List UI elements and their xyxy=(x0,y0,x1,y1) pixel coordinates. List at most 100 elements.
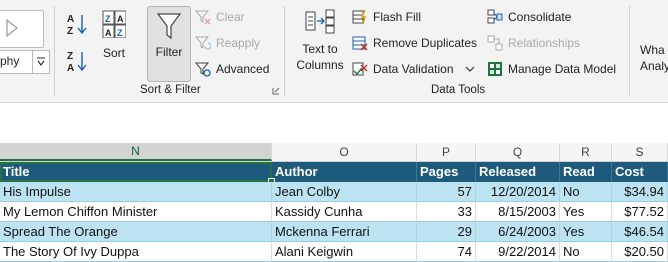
styles-gallery[interactable] xyxy=(0,10,44,48)
style-preview-icon xyxy=(6,18,18,38)
table-cell[interactable]: No xyxy=(560,242,612,262)
sort-filter-dialog-launcher-icon[interactable] xyxy=(272,87,280,95)
advanced-label: Advanced xyxy=(216,62,270,76)
svg-text:Z: Z xyxy=(67,26,73,36)
table-row: His Impulse Jean Colby 57 12/20/2014 No … xyxy=(0,182,668,202)
svg-text:Z: Z xyxy=(67,51,73,62)
table-cell[interactable]: $46.54 xyxy=(612,222,668,242)
table-cell[interactable]: 9/22/2014 xyxy=(476,242,560,262)
table-row: My Lemon Chiffon Minister Kassidy Cunha … xyxy=(0,202,668,222)
table-cell[interactable]: $77.52 xyxy=(612,202,668,222)
table-header-cell[interactable]: Read xyxy=(560,162,612,182)
table-header-cell[interactable]: Pages xyxy=(417,162,476,182)
table-cell[interactable]: 12/20/2014 xyxy=(476,182,560,202)
table-cell[interactable]: 29 xyxy=(417,222,476,242)
data-tools-group-label: Data Tools xyxy=(431,84,486,96)
svg-text:A: A xyxy=(67,63,74,73)
manage-data-model-button[interactable]: Manage Data Model xyxy=(487,61,616,77)
relationships-button[interactable]: Relationships xyxy=(487,35,580,51)
style-selector-label: phy xyxy=(0,54,20,68)
table-cell[interactable]: His Impulse xyxy=(0,182,272,202)
table-cell[interactable]: $20.50 xyxy=(612,242,668,262)
consolidate-button[interactable]: Consolidate xyxy=(487,9,571,25)
relationships-label: Relationships xyxy=(508,36,581,50)
group-separator xyxy=(54,6,55,96)
table-cell[interactable]: Kassidy Cunha xyxy=(272,202,417,222)
column-header-p[interactable]: P xyxy=(417,143,476,161)
table-cell[interactable]: The Story Of Ivy Duppa xyxy=(0,242,272,262)
table-cell[interactable]: Yes xyxy=(560,222,612,242)
table-header-cell[interactable]: Released xyxy=(476,162,560,182)
sort-descending-icon: Z A xyxy=(67,51,87,74)
group-separator xyxy=(629,6,630,96)
column-header-n[interactable]: N xyxy=(0,143,272,161)
table-cell[interactable]: No xyxy=(560,182,612,202)
data-validation-button[interactable]: Data Validation xyxy=(352,61,475,77)
table-header-row: Title Author Pages Released Read Cost xyxy=(0,162,668,182)
remove-duplicates-icon xyxy=(352,36,368,51)
funnel-icon xyxy=(156,13,182,40)
table-cell[interactable]: 33 xyxy=(417,202,476,222)
column-header-r[interactable]: R xyxy=(560,143,612,161)
clear-label: Clear xyxy=(216,10,245,24)
clear-button[interactable]: Clear xyxy=(195,9,245,25)
table-cell[interactable]: 74 xyxy=(417,242,476,262)
flash-fill-button[interactable]: Flash Fill xyxy=(352,9,421,25)
sort-quick-buttons: A Z Z A xyxy=(66,12,92,76)
table-cell[interactable]: Yes xyxy=(560,202,612,222)
consolidate-label: Consolidate xyxy=(508,10,572,24)
what-if-label-line2: Analy xyxy=(640,59,668,73)
advanced-filter-button[interactable]: Advanced xyxy=(195,61,269,77)
text-to-columns-icon xyxy=(305,9,335,34)
data-model-icon xyxy=(488,62,502,76)
text-to-columns-label: Text to Columns xyxy=(294,41,346,73)
svg-text:Z: Z xyxy=(117,28,123,38)
sort-filter-group-label: Sort & Filter xyxy=(140,84,201,96)
column-header-s[interactable]: S xyxy=(612,143,668,161)
table-header-cell[interactable]: Title xyxy=(0,162,272,182)
table-cell[interactable]: 8/15/2003 xyxy=(476,202,560,222)
column-header-q[interactable]: Q xyxy=(476,143,560,161)
style-dropdown-button[interactable] xyxy=(32,50,50,74)
svg-text:A: A xyxy=(117,14,124,24)
remove-duplicates-label: Remove Duplicates xyxy=(373,36,478,50)
sort-button[interactable]: Z A A Z Sort xyxy=(97,10,131,60)
table-cell[interactable]: Mckenna Ferrari xyxy=(272,222,417,242)
sort-label: Sort xyxy=(102,46,125,60)
table-cell[interactable]: 6/24/2003 xyxy=(476,222,560,242)
consolidate-icon xyxy=(487,9,503,24)
what-if-label-line1: Wha xyxy=(640,43,665,57)
text-to-columns-label-line2: Columns xyxy=(296,58,344,72)
sort-dialog-icon: Z A A Z xyxy=(102,10,127,39)
reapply-label: Reapply xyxy=(216,36,261,50)
reapply-icon xyxy=(195,36,211,50)
filter-button[interactable]: Filter xyxy=(147,6,191,82)
sort-z-to-a-button[interactable]: Z A xyxy=(66,49,92,76)
what-if-analysis-button[interactable]: Wha Analy xyxy=(640,42,668,74)
chevron-down-icon[interactable] xyxy=(465,65,475,73)
manage-data-model-label: Manage Data Model xyxy=(508,62,617,76)
remove-duplicates-button[interactable]: Remove Duplicates xyxy=(352,35,477,51)
reapply-button[interactable]: Reapply xyxy=(195,35,260,51)
data-validation-icon xyxy=(352,62,368,76)
table-row: The Story Of Ivy Duppa Alani Keigwin 74 … xyxy=(0,242,668,262)
table-cell[interactable]: 57 xyxy=(417,182,476,202)
sort-ascending-icon: A Z xyxy=(67,14,87,37)
table-cell[interactable]: Jean Colby xyxy=(272,182,417,202)
svg-text:A: A xyxy=(67,14,74,25)
filter-label: Filter xyxy=(155,45,183,59)
text-to-columns-button[interactable]: Text to Columns xyxy=(294,8,346,73)
table-cell[interactable]: $34.94 xyxy=(612,182,668,202)
table-cell[interactable]: My Lemon Chiffon Minister xyxy=(0,202,272,222)
table-cell[interactable]: Spread The Orange xyxy=(0,222,272,242)
svg-text:A: A xyxy=(105,28,112,38)
column-header-o[interactable]: O xyxy=(272,143,417,161)
text-to-columns-label-line1: Text to xyxy=(302,42,338,56)
table-cell[interactable]: Alani Keigwin xyxy=(272,242,417,262)
svg-text:Z: Z xyxy=(105,14,111,24)
sort-a-to-z-button[interactable]: A Z xyxy=(66,12,92,39)
table-row: Spread The Orange Mckenna Ferrari 29 6/2… xyxy=(0,222,668,242)
table-header-cell[interactable]: Cost xyxy=(612,162,668,182)
table-header-cell[interactable]: Author xyxy=(272,162,417,182)
flash-fill-label: Flash Fill xyxy=(373,10,422,24)
